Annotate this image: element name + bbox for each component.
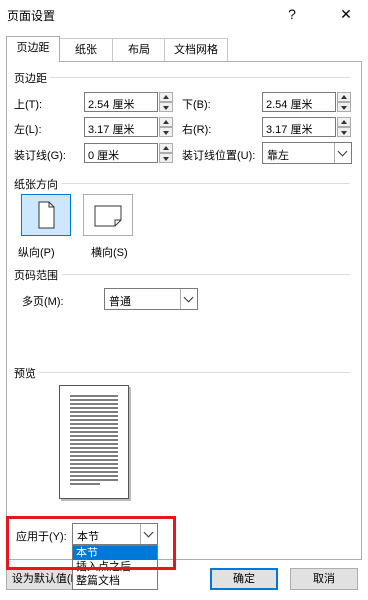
top-margin-label: 上(T):: [14, 99, 43, 111]
gutter-label: 装订线(G):: [14, 150, 66, 162]
gutter-position-select[interactable]: 靠左: [262, 142, 352, 164]
tab-doc-grid[interactable]: 文档网格: [164, 38, 228, 61]
right-margin-stepper[interactable]: [337, 117, 351, 137]
portrait-page-icon: [38, 201, 55, 229]
multiple-pages-label: 多页(M):: [22, 296, 64, 308]
landscape-label: 横向(S): [91, 247, 128, 259]
divider: [62, 183, 350, 184]
divider: [50, 77, 350, 78]
top-margin-stepper[interactable]: [159, 92, 173, 112]
close-button[interactable]: ✕: [336, 5, 356, 23]
apply-to-label: 应用于(Y):: [16, 531, 67, 543]
dropdown-option-this-section[interactable]: 本节: [73, 546, 157, 560]
apply-to-select[interactable]: 本节: [72, 523, 158, 545]
gutter-stepper[interactable]: [159, 143, 173, 163]
portrait-button[interactable]: [21, 194, 71, 236]
landscape-page-icon: [94, 205, 122, 227]
ok-button[interactable]: 确定: [210, 568, 278, 590]
orientation-group-label: 纸张方向: [14, 179, 58, 191]
left-margin-input[interactable]: 3.17 厘米: [84, 117, 158, 137]
tab-margins[interactable]: 页边距: [6, 36, 60, 62]
apply-to-dropdown: 本节 插入点之后 整篇文档: [72, 545, 158, 590]
dropdown-option-after-cursor[interactable]: 插入点之后: [73, 560, 157, 574]
chevron-down-icon: [140, 524, 157, 544]
gutter-input[interactable]: 0 厘米: [84, 143, 158, 163]
top-margin-input[interactable]: 2.54 厘米: [84, 92, 158, 112]
right-margin-input[interactable]: 3.17 厘米: [262, 117, 336, 137]
portrait-label: 纵向(P): [18, 247, 55, 259]
bottom-margin-input[interactable]: 2.54 厘米: [262, 92, 336, 112]
pages-group-label: 页码范围: [14, 270, 58, 282]
dropdown-option-whole-document[interactable]: 整篇文档: [73, 574, 157, 588]
landscape-button[interactable]: [83, 194, 133, 236]
bottom-margin-stepper[interactable]: [337, 92, 351, 112]
tab-bar: 页边距 纸张 布局 文档网格: [6, 36, 362, 62]
tab-paper[interactable]: 纸张: [58, 38, 114, 61]
multiple-pages-select[interactable]: 普通: [104, 288, 198, 310]
chevron-down-icon: [180, 289, 197, 309]
chevron-down-icon: [334, 143, 351, 163]
divider: [38, 372, 350, 373]
margins-group-label: 页边距: [14, 73, 47, 85]
dialog-title: 页面设置: [7, 9, 56, 23]
tab-layout[interactable]: 布局: [112, 38, 166, 61]
bottom-margin-label: 下(B):: [182, 99, 211, 111]
preview-lines-icon: [70, 395, 118, 485]
left-margin-stepper[interactable]: [159, 117, 173, 137]
right-margin-label: 右(R):: [182, 124, 212, 136]
left-margin-label: 左(L):: [14, 124, 42, 136]
preview-group-label: 预览: [14, 368, 36, 380]
page-preview: [59, 385, 129, 499]
gutter-position-label: 装订线位置(U):: [182, 150, 256, 162]
cancel-button[interactable]: 取消: [290, 568, 358, 590]
divider: [62, 274, 350, 275]
help-button[interactable]: ?: [282, 5, 302, 23]
